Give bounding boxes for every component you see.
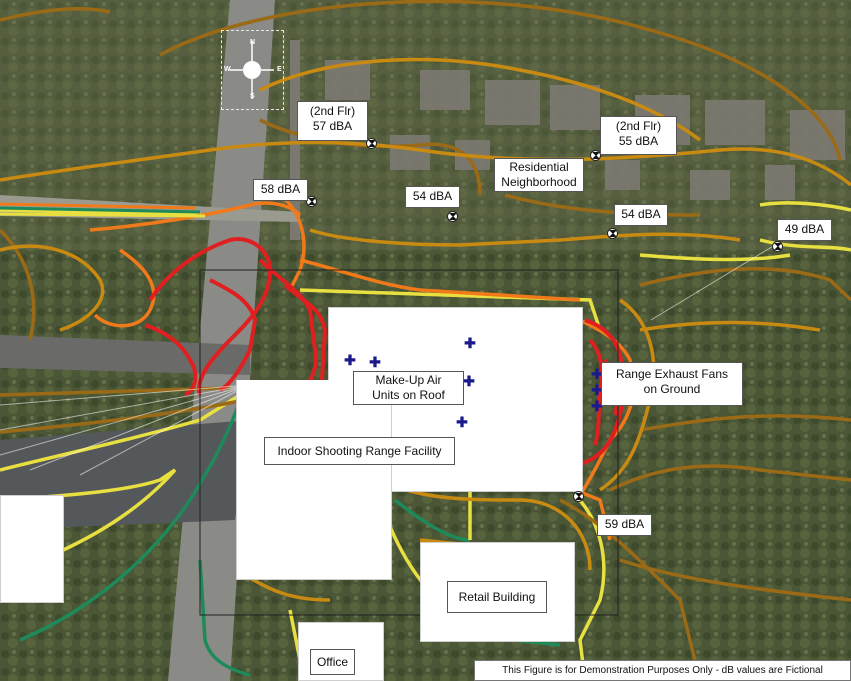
range-exhaust-label-line-1: Range Exhaust Fans	[615, 367, 729, 381]
receiver-marker-icon[interactable]	[607, 228, 618, 239]
west-building	[0, 495, 64, 603]
receiver-label-line-1: (2nd Flr)	[309, 104, 356, 118]
noise-source-cross-icon[interactable]: ✚	[343, 353, 357, 367]
compass-west: W	[224, 66, 231, 73]
receiver-label-line-1: (2nd Flr)	[615, 119, 662, 133]
disclaimer-note: This Figure is for Demonstration Purpose…	[474, 660, 851, 681]
receiver-label-58: 58 dBA	[253, 179, 308, 201]
receiver-marker-icon[interactable]	[447, 211, 458, 222]
residential-label-line-2: Neighborhood	[501, 175, 577, 189]
facility-building-lower	[236, 380, 392, 580]
noise-source-cross-icon[interactable]: ✚	[455, 415, 469, 429]
receiver-label-line-2: 57 dBA	[312, 119, 353, 133]
noise-source-cross-icon[interactable]: ✚	[463, 336, 477, 350]
noise-contour-map[interactable]: N S E W ✚ ✚ ✚ ✚ ✚ ✚ ✚ ✚ (2nd Flr) 57 dBA…	[0, 0, 851, 681]
compass-north: N	[250, 39, 256, 46]
compass-east: E	[277, 66, 282, 73]
office-label: Office	[310, 649, 355, 675]
receiver-marker-icon[interactable]	[772, 241, 783, 252]
make-up-air-label: Make-Up Air Units on Roof	[353, 371, 464, 405]
residential-neighborhood-label: Residential Neighborhood	[494, 158, 584, 192]
noise-source-cross-icon[interactable]: ✚	[368, 355, 382, 369]
facility-label: Indoor Shooting Range Facility	[264, 437, 455, 465]
receiver-label-49: 49 dBA	[777, 219, 832, 241]
receiver-label-2nd-55: (2nd Flr) 55 dBA	[600, 116, 677, 155]
receiver-label-54-a: 54 dBA	[405, 186, 460, 208]
make-up-air-label-line-1: Make-Up Air	[375, 373, 442, 387]
range-exhaust-label-line-2: on Ground	[643, 382, 701, 396]
receiver-label-line-2: 55 dBA	[618, 134, 659, 148]
noise-source-cross-icon[interactable]: ✚	[462, 374, 476, 388]
compass-south: S	[250, 93, 255, 100]
facility-building-connector	[250, 380, 350, 405]
compass-rose-icon: N S E W	[221, 30, 284, 110]
range-exhaust-fans-label: Range Exhaust Fans on Ground	[601, 362, 743, 406]
receiver-marker-icon[interactable]	[573, 491, 584, 502]
receiver-label-2nd-57: (2nd Flr) 57 dBA	[297, 101, 368, 141]
make-up-air-label-line-2: Units on Roof	[372, 388, 445, 402]
residential-label-line-1: Residential	[509, 160, 569, 174]
receiver-label-54-b: 54 dBA	[614, 204, 668, 226]
retail-building-label: Retail Building	[447, 581, 547, 613]
receiver-label-59: 59 dBA	[597, 514, 652, 536]
